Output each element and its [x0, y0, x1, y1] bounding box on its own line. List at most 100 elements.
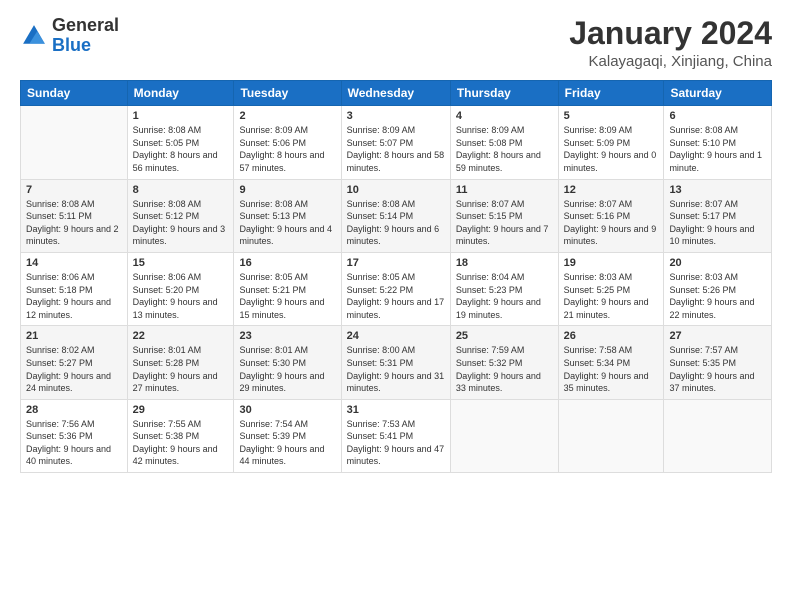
table-row: 29 Sunrise: 7:55 AMSunset: 5:38 PMDaylig… — [127, 399, 234, 472]
table-row: 6 Sunrise: 8:08 AMSunset: 5:10 PMDayligh… — [664, 106, 772, 179]
day-info: Sunrise: 8:05 AMSunset: 5:22 PMDaylight:… — [347, 272, 445, 320]
day-info: Sunrise: 8:08 AMSunset: 5:10 PMDaylight:… — [669, 125, 762, 173]
day-number: 26 — [564, 330, 659, 342]
logo-general: General — [52, 16, 119, 36]
day-info: Sunrise: 8:01 AMSunset: 5:30 PMDaylight:… — [239, 345, 324, 393]
col-friday: Friday — [558, 81, 664, 106]
day-number: 6 — [669, 110, 766, 122]
header: General Blue January 2024 Kalayagaqi, Xi… — [20, 16, 772, 70]
day-info: Sunrise: 8:05 AMSunset: 5:21 PMDaylight:… — [239, 272, 324, 320]
table-row: 15 Sunrise: 8:06 AMSunset: 5:20 PMDaylig… — [127, 252, 234, 325]
table-row: 23 Sunrise: 8:01 AMSunset: 5:30 PMDaylig… — [234, 326, 341, 399]
day-info: Sunrise: 8:07 AMSunset: 5:15 PMDaylight:… — [456, 199, 549, 247]
day-number: 22 — [133, 330, 229, 342]
table-row: 28 Sunrise: 7:56 AMSunset: 5:36 PMDaylig… — [21, 399, 128, 472]
day-info: Sunrise: 8:04 AMSunset: 5:23 PMDaylight:… — [456, 272, 541, 320]
day-number: 15 — [133, 257, 229, 269]
day-info: Sunrise: 8:08 AMSunset: 5:05 PMDaylight:… — [133, 125, 218, 173]
table-row: 16 Sunrise: 8:05 AMSunset: 5:21 PMDaylig… — [234, 252, 341, 325]
table-row: 20 Sunrise: 8:03 AMSunset: 5:26 PMDaylig… — [664, 252, 772, 325]
day-info: Sunrise: 8:08 AMSunset: 5:11 PMDaylight:… — [26, 199, 119, 247]
day-number: 21 — [26, 330, 122, 342]
day-info: Sunrise: 7:53 AMSunset: 5:41 PMDaylight:… — [347, 419, 445, 467]
calendar-week-row: 14 Sunrise: 8:06 AMSunset: 5:18 PMDaylig… — [21, 252, 772, 325]
day-number: 19 — [564, 257, 659, 269]
col-thursday: Thursday — [450, 81, 558, 106]
day-number: 25 — [456, 330, 553, 342]
day-number: 28 — [26, 404, 122, 416]
table-row: 25 Sunrise: 7:59 AMSunset: 5:32 PMDaylig… — [450, 326, 558, 399]
table-row: 18 Sunrise: 8:04 AMSunset: 5:23 PMDaylig… — [450, 252, 558, 325]
day-number: 1 — [133, 110, 229, 122]
table-row — [558, 399, 664, 472]
day-info: Sunrise: 7:58 AMSunset: 5:34 PMDaylight:… — [564, 345, 649, 393]
table-row: 22 Sunrise: 8:01 AMSunset: 5:28 PMDaylig… — [127, 326, 234, 399]
day-info: Sunrise: 8:09 AMSunset: 5:08 PMDaylight:… — [456, 125, 541, 173]
day-number: 8 — [133, 184, 229, 196]
day-info: Sunrise: 8:02 AMSunset: 5:27 PMDaylight:… — [26, 345, 111, 393]
day-info: Sunrise: 7:56 AMSunset: 5:36 PMDaylight:… — [26, 419, 111, 467]
day-number: 13 — [669, 184, 766, 196]
table-row: 24 Sunrise: 8:00 AMSunset: 5:31 PMDaylig… — [341, 326, 450, 399]
day-number: 9 — [239, 184, 335, 196]
table-row — [664, 399, 772, 472]
day-number: 3 — [347, 110, 445, 122]
table-row: 26 Sunrise: 7:58 AMSunset: 5:34 PMDaylig… — [558, 326, 664, 399]
calendar-week-row: 28 Sunrise: 7:56 AMSunset: 5:36 PMDaylig… — [21, 399, 772, 472]
day-info: Sunrise: 8:08 AMSunset: 5:12 PMDaylight:… — [133, 199, 226, 247]
page: General Blue January 2024 Kalayagaqi, Xi… — [0, 0, 792, 612]
day-number: 4 — [456, 110, 553, 122]
table-row: 4 Sunrise: 8:09 AMSunset: 5:08 PMDayligh… — [450, 106, 558, 179]
col-monday: Monday — [127, 81, 234, 106]
day-number: 29 — [133, 404, 229, 416]
table-row: 31 Sunrise: 7:53 AMSunset: 5:41 PMDaylig… — [341, 399, 450, 472]
day-info: Sunrise: 8:03 AMSunset: 5:26 PMDaylight:… — [669, 272, 754, 320]
day-number: 17 — [347, 257, 445, 269]
table-row — [21, 106, 128, 179]
day-number: 31 — [347, 404, 445, 416]
day-number: 20 — [669, 257, 766, 269]
day-info: Sunrise: 8:08 AMSunset: 5:14 PMDaylight:… — [347, 199, 440, 247]
table-row: 27 Sunrise: 7:57 AMSunset: 5:35 PMDaylig… — [664, 326, 772, 399]
col-tuesday: Tuesday — [234, 81, 341, 106]
day-number: 18 — [456, 257, 553, 269]
day-number: 27 — [669, 330, 766, 342]
table-row: 12 Sunrise: 8:07 AMSunset: 5:16 PMDaylig… — [558, 179, 664, 252]
day-number: 14 — [26, 257, 122, 269]
day-number: 10 — [347, 184, 445, 196]
day-info: Sunrise: 8:07 AMSunset: 5:17 PMDaylight:… — [669, 199, 754, 247]
location: Kalayagaqi, Xinjiang, China — [569, 53, 772, 70]
day-number: 23 — [239, 330, 335, 342]
calendar-week-row: 1 Sunrise: 8:08 AMSunset: 5:05 PMDayligh… — [21, 106, 772, 179]
day-info: Sunrise: 8:03 AMSunset: 5:25 PMDaylight:… — [564, 272, 649, 320]
day-info: Sunrise: 8:08 AMSunset: 5:13 PMDaylight:… — [239, 199, 332, 247]
day-number: 30 — [239, 404, 335, 416]
table-row: 3 Sunrise: 8:09 AMSunset: 5:07 PMDayligh… — [341, 106, 450, 179]
day-number: 12 — [564, 184, 659, 196]
col-wednesday: Wednesday — [341, 81, 450, 106]
table-row: 1 Sunrise: 8:08 AMSunset: 5:05 PMDayligh… — [127, 106, 234, 179]
table-row: 7 Sunrise: 8:08 AMSunset: 5:11 PMDayligh… — [21, 179, 128, 252]
day-info: Sunrise: 8:06 AMSunset: 5:20 PMDaylight:… — [133, 272, 218, 320]
table-row — [450, 399, 558, 472]
day-info: Sunrise: 8:09 AMSunset: 5:06 PMDaylight:… — [239, 125, 324, 173]
day-number: 2 — [239, 110, 335, 122]
col-saturday: Saturday — [664, 81, 772, 106]
table-row: 13 Sunrise: 8:07 AMSunset: 5:17 PMDaylig… — [664, 179, 772, 252]
day-info: Sunrise: 7:57 AMSunset: 5:35 PMDaylight:… — [669, 345, 754, 393]
day-number: 11 — [456, 184, 553, 196]
day-info: Sunrise: 7:55 AMSunset: 5:38 PMDaylight:… — [133, 419, 218, 467]
table-row: 2 Sunrise: 8:09 AMSunset: 5:06 PMDayligh… — [234, 106, 341, 179]
day-info: Sunrise: 8:09 AMSunset: 5:07 PMDaylight:… — [347, 125, 445, 173]
day-info: Sunrise: 7:59 AMSunset: 5:32 PMDaylight:… — [456, 345, 541, 393]
month-title: January 2024 — [569, 16, 772, 51]
logo: General Blue — [20, 16, 119, 56]
day-info: Sunrise: 8:01 AMSunset: 5:28 PMDaylight:… — [133, 345, 218, 393]
table-row: 8 Sunrise: 8:08 AMSunset: 5:12 PMDayligh… — [127, 179, 234, 252]
col-sunday: Sunday — [21, 81, 128, 106]
day-number: 7 — [26, 184, 122, 196]
day-info: Sunrise: 8:09 AMSunset: 5:09 PMDaylight:… — [564, 125, 657, 173]
day-number: 16 — [239, 257, 335, 269]
table-row: 21 Sunrise: 8:02 AMSunset: 5:27 PMDaylig… — [21, 326, 128, 399]
table-row: 11 Sunrise: 8:07 AMSunset: 5:15 PMDaylig… — [450, 179, 558, 252]
